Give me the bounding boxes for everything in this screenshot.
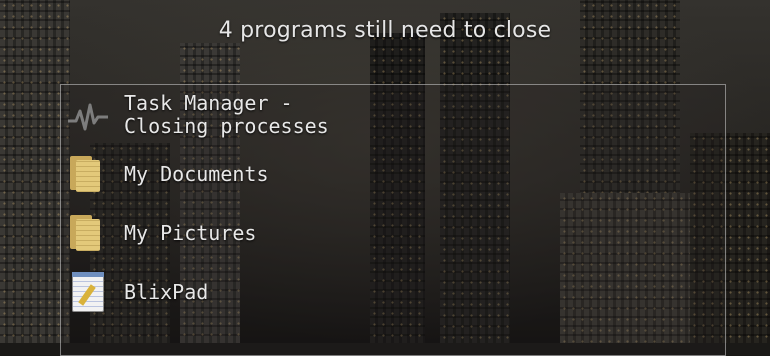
program-item-blixpad[interactable]: BlixPad [66,270,208,314]
program-label: BlixPad [124,279,209,304]
folder-icon [66,211,110,255]
program-label: My Pictures [124,220,257,245]
folder-icon [66,152,110,196]
notepad-icon [66,270,110,314]
program-item-my-documents[interactable]: My Documents [66,152,269,196]
shutdown-title: 4 programs still need to close [218,18,552,43]
program-label: Task Manager - Closing processes [124,91,329,138]
program-label: My Documents [124,161,269,186]
program-item-task-manager[interactable]: Task Manager - Closing processes [66,92,329,138]
program-item-my-pictures[interactable]: My Pictures [66,211,256,255]
task-manager-icon [66,93,110,137]
